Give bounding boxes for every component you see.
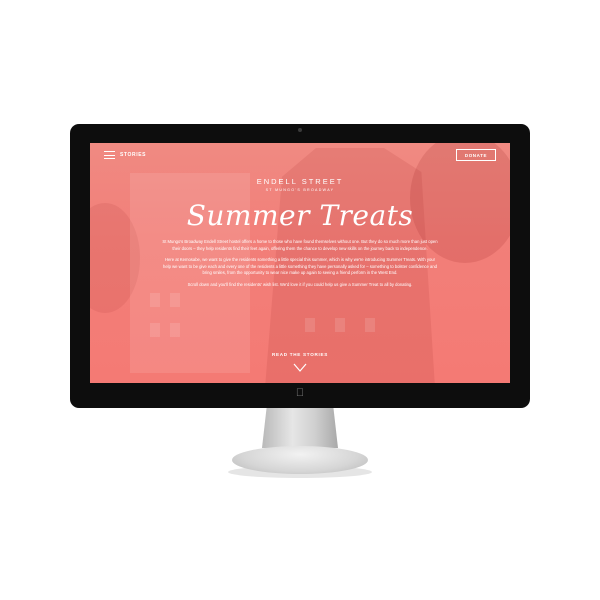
chevron-down-icon[interactable]	[293, 363, 307, 373]
brand-title: ENDELL STREET	[256, 177, 344, 186]
read-the-stories-link[interactable]: READ THE STORIES	[90, 352, 510, 357]
building-window	[170, 323, 180, 337]
intro-paragraph: Here at Kemosabe, we want to give the re…	[163, 257, 437, 276]
camera-icon	[298, 128, 302, 132]
intro-paragraph: St Mungo's Broadway Endell Street hostel…	[162, 239, 438, 251]
stories-menu-button[interactable]: STORIES	[104, 151, 146, 159]
building-window	[170, 293, 180, 307]
building-window	[365, 318, 375, 332]
intro-paragraph: Scroll down and you'll find the resident…	[187, 281, 413, 287]
building-window	[335, 318, 345, 332]
donate-button[interactable]: DONATE	[456, 149, 496, 161]
website-screen: STORIES DONATE ENDELL STREET ST MUNGO'S …	[90, 143, 510, 383]
building-window	[305, 318, 315, 332]
hamburger-menu-icon	[104, 151, 115, 159]
apple-logo-icon: 	[294, 387, 306, 399]
building-window	[150, 293, 160, 307]
intro-text: St Mungo's Broadway Endell Street hostel…	[162, 239, 438, 294]
page-headline: Summer Treats	[186, 199, 414, 232]
stories-menu-label: STORIES	[120, 152, 147, 158]
brand-subtitle: ST MUNGO'S BROADWAY	[265, 188, 335, 192]
monitor-stand-neck	[262, 408, 338, 448]
monitor-stand-base	[232, 446, 368, 474]
building-window	[150, 323, 160, 337]
